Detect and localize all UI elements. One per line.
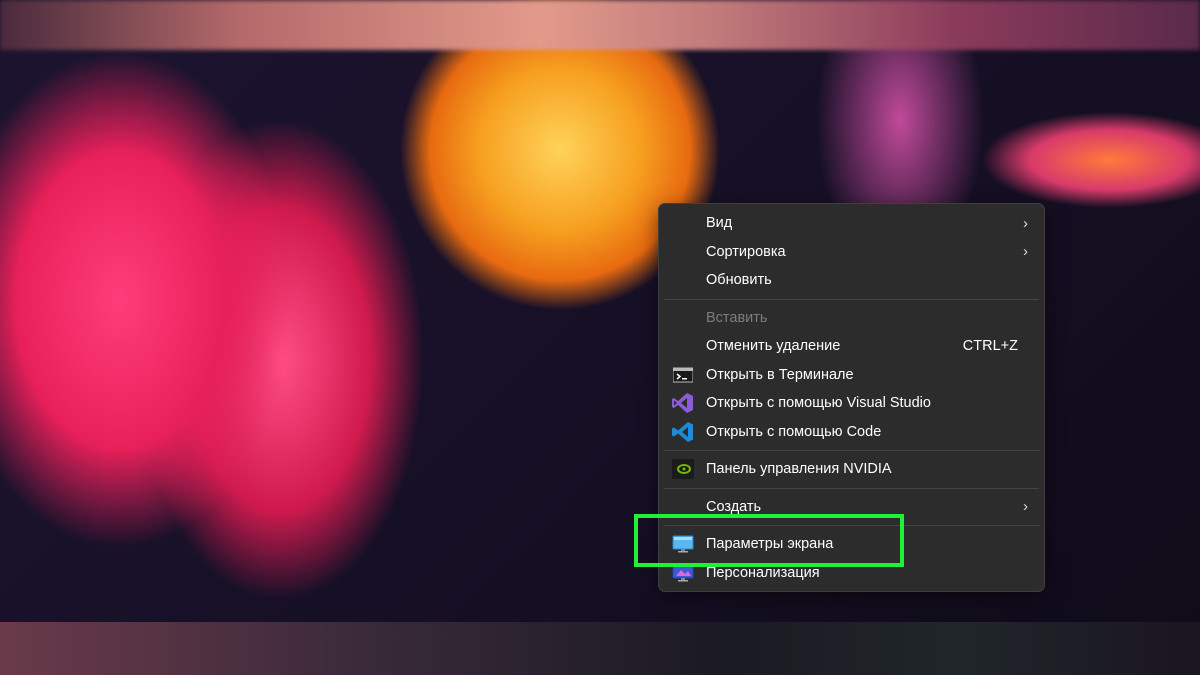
menu-item-label: Вид — [706, 215, 733, 232]
menu-item-label: Создать — [706, 498, 762, 515]
chevron-right-icon: › — [1023, 498, 1028, 516]
shortcut-label: CTRL+Z — [962, 338, 1018, 355]
menu-item-open-code[interactable]: Открыть с помощью Code — [659, 418, 1044, 447]
visual-studio-icon — [672, 393, 694, 414]
menu-item-paste: Вставить — [659, 304, 1044, 333]
vscode-icon — [672, 421, 694, 442]
menu-item-refresh[interactable]: Обновить — [659, 266, 1044, 295]
menu-divider — [664, 487, 1039, 489]
menu-item-label: Отменить удаление — [706, 338, 841, 355]
menu-item-label: Сортировка — [706, 243, 786, 260]
blurred-bottom-band — [0, 622, 1200, 675]
menu-item-label: Персонализация — [706, 564, 820, 581]
menu-item-label: Открыть с помощью Code — [706, 423, 882, 440]
menu-item-open-visual-studio[interactable]: Открыть с помощью Visual Studio — [659, 389, 1044, 418]
menu-item-label: Открыть в Терминале — [706, 366, 854, 383]
menu-item-open-terminal[interactable]: Открыть в Терминале — [659, 361, 1044, 390]
chevron-right-icon: › — [1023, 214, 1028, 232]
menu-item-sort[interactable]: Сортировка › — [659, 238, 1044, 267]
menu-item-view[interactable]: Вид › — [659, 209, 1044, 238]
terminal-icon — [672, 366, 694, 384]
blurred-top-band — [0, 0, 1200, 50]
menu-item-label: Вставить — [706, 309, 768, 326]
menu-item-undo-delete[interactable]: Отменить удаление CTRL+Z — [659, 332, 1044, 361]
menu-divider — [664, 298, 1039, 300]
menu-divider — [664, 450, 1039, 451]
nvidia-icon — [672, 459, 694, 480]
menu-item-label: Панель управления NVIDIA — [706, 461, 892, 478]
menu-item-nvidia-control-panel[interactable]: Панель управления NVIDIA — [659, 455, 1044, 484]
menu-item-label: Обновить — [706, 272, 772, 289]
menu-item-label: Открыть с помощью Visual Studio — [706, 395, 931, 412]
chevron-right-icon: › — [1023, 243, 1028, 261]
highlight-box — [634, 514, 904, 567]
